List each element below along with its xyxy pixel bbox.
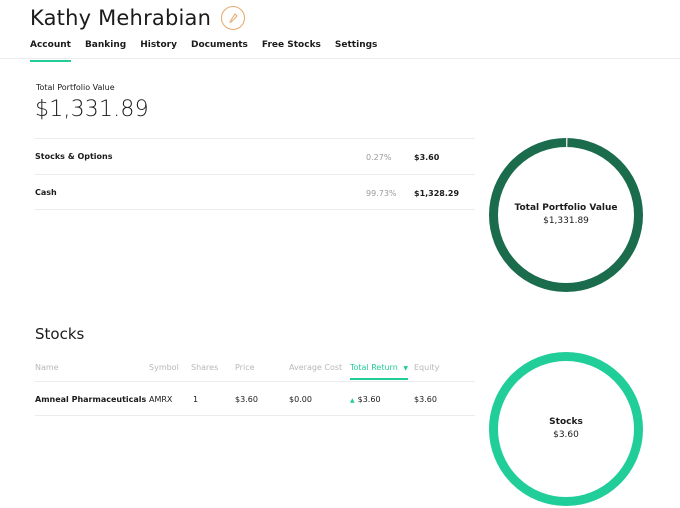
portfolio-donut: Total Portfolio Value $1,331.89 <box>487 136 645 294</box>
allocation-label: Cash <box>35 188 57 197</box>
stock-price: $3.60 <box>235 395 258 404</box>
portfolio-donut-value: $1,331.89 <box>543 216 589 226</box>
stocks-table: Name Symbol Shares Price Average Cost To… <box>35 358 475 416</box>
allocation-row: Cash 99.73% $1,328.29 <box>35 174 475 210</box>
stock-shares: 1 <box>193 395 199 404</box>
profile-header: Kathy Mehrabian <box>30 6 246 30</box>
table-row[interactable]: Amneal Pharmaceuticals AMRX 1 $3.60 $0.0… <box>35 382 475 416</box>
column-shares[interactable]: Shares <box>191 363 218 372</box>
column-price[interactable]: Price <box>235 363 255 372</box>
stocks-donut: Stocks $3.60 <box>487 350 645 508</box>
user-name: Kathy Mehrabian <box>30 6 212 30</box>
allocation-row: Stocks & Options 0.27% $3.60 <box>35 138 475 174</box>
allocation-amount: $3.60 <box>414 153 440 162</box>
stock-equity: $3.60 <box>414 395 437 404</box>
column-equity[interactable]: Equity <box>414 363 439 372</box>
tabs-divider <box>0 58 680 59</box>
stocks-donut-value: $3.60 <box>553 430 579 440</box>
donut-slice-amrx <box>489 352 643 506</box>
stock-name[interactable]: Amneal Pharmaceuticals <box>35 395 146 404</box>
stock-symbol: AMRX <box>149 395 173 404</box>
stock-total-return-value: $3.60 <box>357 395 381 404</box>
allocation-percent: 99.73% <box>366 189 397 198</box>
column-name[interactable]: Name <box>35 363 59 372</box>
table-header: Name Symbol Shares Price Average Cost To… <box>35 358 475 382</box>
stocks-heading: Stocks <box>35 325 85 343</box>
rocket-icon[interactable] <box>221 6 246 30</box>
stock-average-cost: $0.00 <box>289 395 312 404</box>
portfolio-donut-title: Total Portfolio Value <box>514 203 618 213</box>
allocation-label: Stocks & Options <box>35 152 113 161</box>
portfolio-value-label: Total Portfolio Value <box>36 83 115 92</box>
portfolio-donut-svg <box>489 138 643 292</box>
column-total-return-label: Total Return <box>350 363 398 372</box>
donut-slice-cash <box>489 138 643 292</box>
stocks-donut-title: Stocks <box>549 417 583 427</box>
sort-down-icon: ▼ <box>403 365 408 372</box>
allocation-list: Stocks & Options 0.27% $3.60 Cash 99.73%… <box>35 138 475 210</box>
allocation-percent: 0.27% <box>366 153 392 162</box>
column-total-return[interactable]: Total Return ▼ <box>350 363 408 380</box>
allocation-amount: $1,328.29 <box>414 189 460 198</box>
stock-total-return: ▲ $3.60 <box>350 395 381 404</box>
portfolio-value: $1,331.89 <box>35 97 149 122</box>
stocks-donut-svg <box>489 352 643 506</box>
column-average-cost[interactable]: Average Cost <box>289 363 342 372</box>
column-symbol[interactable]: Symbol <box>149 363 179 372</box>
arrow-up-icon: ▲ <box>350 397 355 404</box>
